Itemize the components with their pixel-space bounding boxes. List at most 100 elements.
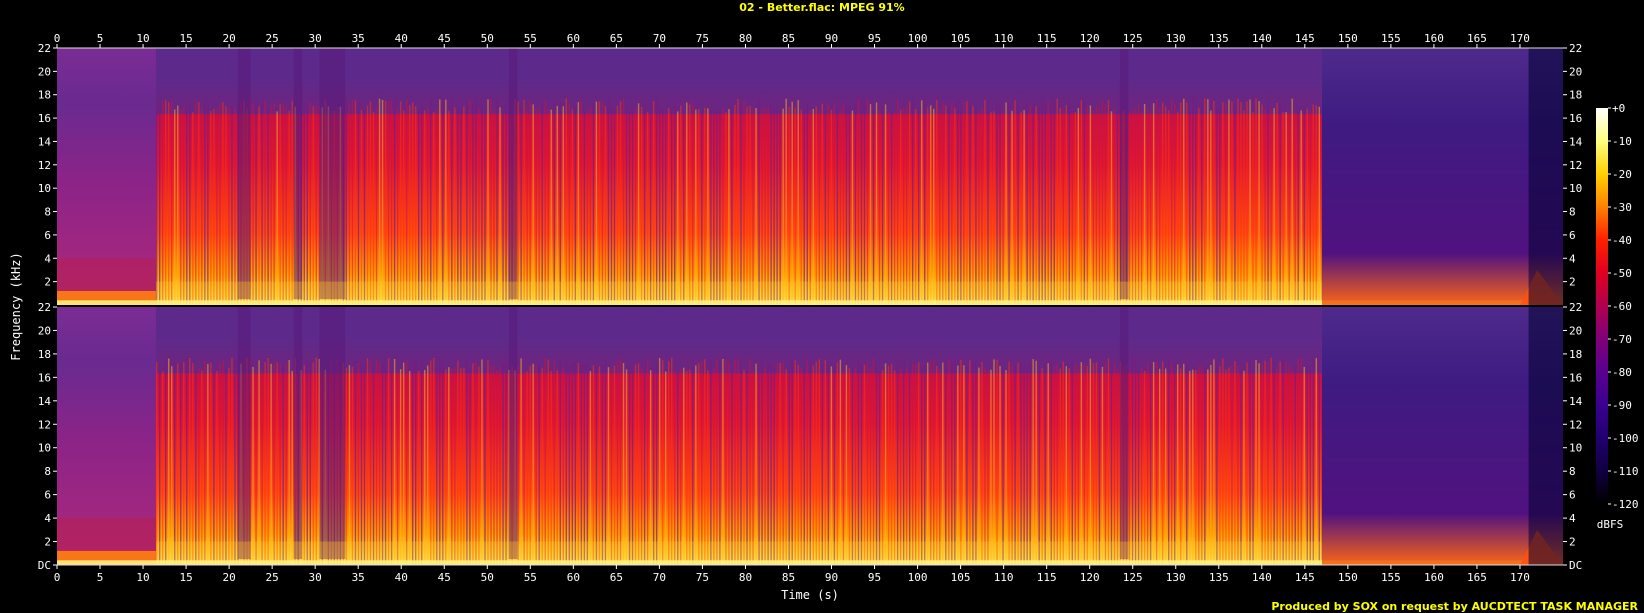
streak [487,359,489,565]
streak [863,100,866,306]
streak [957,99,959,305]
x-tick-label-bottom: 105 [951,571,971,584]
streak [186,358,188,565]
streak [634,108,637,305]
x-tick-label-bottom: 10 [136,571,149,584]
streak [652,368,655,565]
streak [683,112,685,306]
x-tick-label-bottom: 135 [1209,571,1229,584]
streak [899,369,902,565]
streak [1231,101,1233,305]
streak [764,367,766,565]
streak [1282,358,1284,565]
streak [1174,103,1176,305]
streak [559,358,561,565]
x-tick-label-bottom: 60 [567,571,580,584]
streak [887,111,890,305]
streak [936,99,938,306]
streak [661,109,664,306]
y-tick-label-right: 20 [1569,65,1582,78]
streak [448,110,450,305]
streak [1092,363,1095,565]
streak [872,108,875,305]
streak [661,360,664,565]
streak [598,101,601,305]
streak [746,106,748,305]
streak [996,104,998,305]
streak [770,364,772,565]
streak [484,368,486,565]
streak [646,360,649,565]
streak [439,358,441,565]
streak [1171,363,1173,565]
x-tick-label-bottom: 155 [1381,571,1401,584]
streak [658,357,661,565]
streak [767,364,769,565]
streak [1155,362,1158,565]
x-tick-label-top: 60 [567,32,580,45]
streak [469,99,471,305]
streak [378,362,381,565]
x-tick-label-bottom: 0 [54,571,61,584]
streak [177,363,179,565]
streak [1008,361,1010,565]
y-tick-label-left: 12 [38,159,51,172]
streak [655,99,658,306]
streak [348,104,351,306]
streak [1056,364,1058,565]
streak [496,369,498,565]
colorbar-label: dBFS [1597,518,1624,531]
streak [276,362,278,565]
streak [740,360,742,565]
streak [448,367,450,565]
silence-region [1528,48,1563,305]
quiet-gap [237,307,251,559]
quiet-gap [293,48,303,299]
streak [478,108,480,305]
streak [683,367,685,565]
streak [1237,364,1239,565]
streak [451,100,453,305]
streak [1249,99,1251,305]
streak [1273,362,1275,565]
streak [1300,110,1302,305]
streak [1011,366,1013,565]
streak [622,99,625,305]
streak [1261,365,1263,565]
streak [586,109,589,306]
streak [692,358,694,565]
streak [481,101,483,305]
streak [553,360,555,565]
x-tick-label-top: 145 [1295,32,1315,45]
streak [1177,364,1179,565]
streak [231,357,233,565]
streak [433,357,435,565]
streak [845,365,848,565]
streak [1204,367,1206,565]
streak [637,103,640,306]
streak [689,369,691,565]
quiet-gap [508,307,518,559]
streak [610,107,613,305]
streak [975,105,977,305]
quiet-gap [508,48,518,299]
streak [393,101,396,305]
quiet-gap [319,48,346,299]
streak [291,101,293,305]
x-tick-label-top: 30 [309,32,322,45]
streak [1219,106,1221,305]
colorbar-tick-label: -80 [1612,366,1632,379]
streak [306,357,308,565]
streak [649,102,652,305]
streak [457,108,459,306]
streak [204,103,206,306]
streak [1255,98,1257,305]
streak [842,370,845,565]
streak [869,367,872,565]
streak [921,100,923,305]
streak [396,108,399,305]
x-tick-label-bottom: 120 [1080,571,1100,584]
streak [1002,369,1004,565]
streak [643,371,646,565]
streak [529,365,531,565]
